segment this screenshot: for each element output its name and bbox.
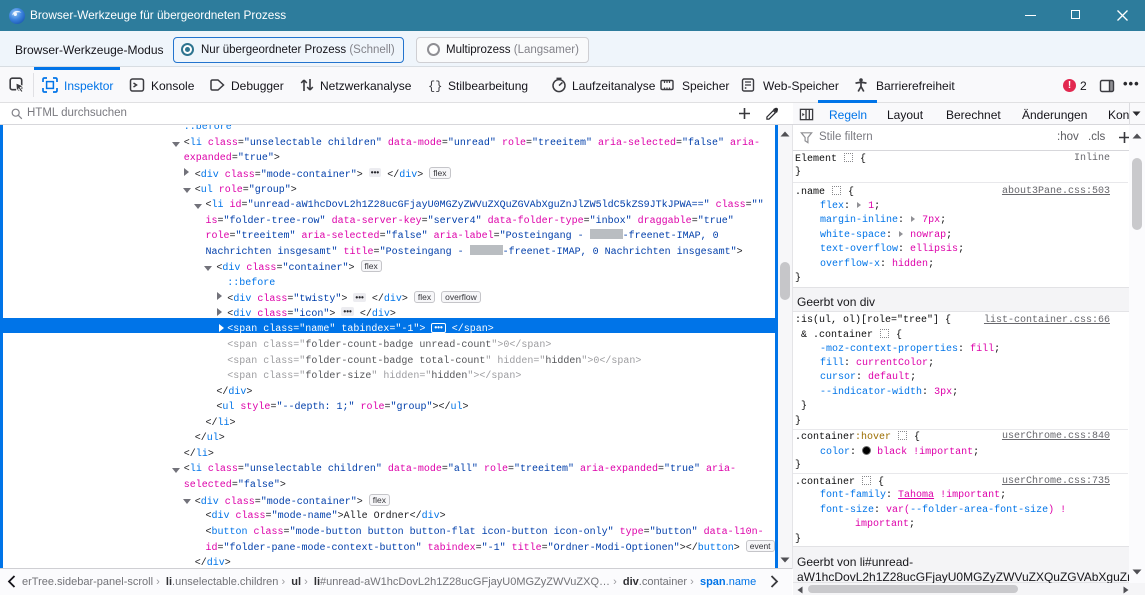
svg-text:{}: {} (428, 80, 442, 94)
